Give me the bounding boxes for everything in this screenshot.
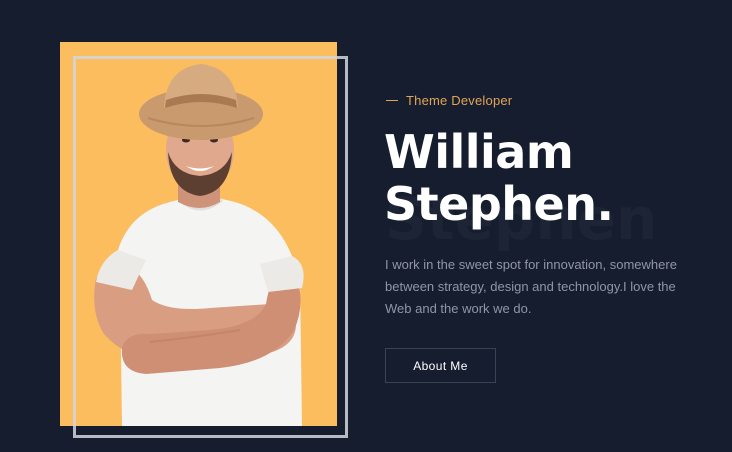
tagline: Theme Developer [386, 93, 512, 108]
hero-name-last: Stephen. [384, 177, 614, 231]
photo-frame-outline [73, 56, 348, 438]
hero-photo-block [60, 42, 348, 438]
about-me-button[interactable]: About Me [385, 348, 496, 383]
tagline-text: Theme Developer [406, 93, 513, 108]
tagline-dash [386, 100, 398, 101]
hero-description: I work in the sweet spot for innovation,… [385, 257, 677, 316]
hero-name: William Stephen. [384, 125, 614, 231]
hero-name-first: William [384, 125, 574, 179]
